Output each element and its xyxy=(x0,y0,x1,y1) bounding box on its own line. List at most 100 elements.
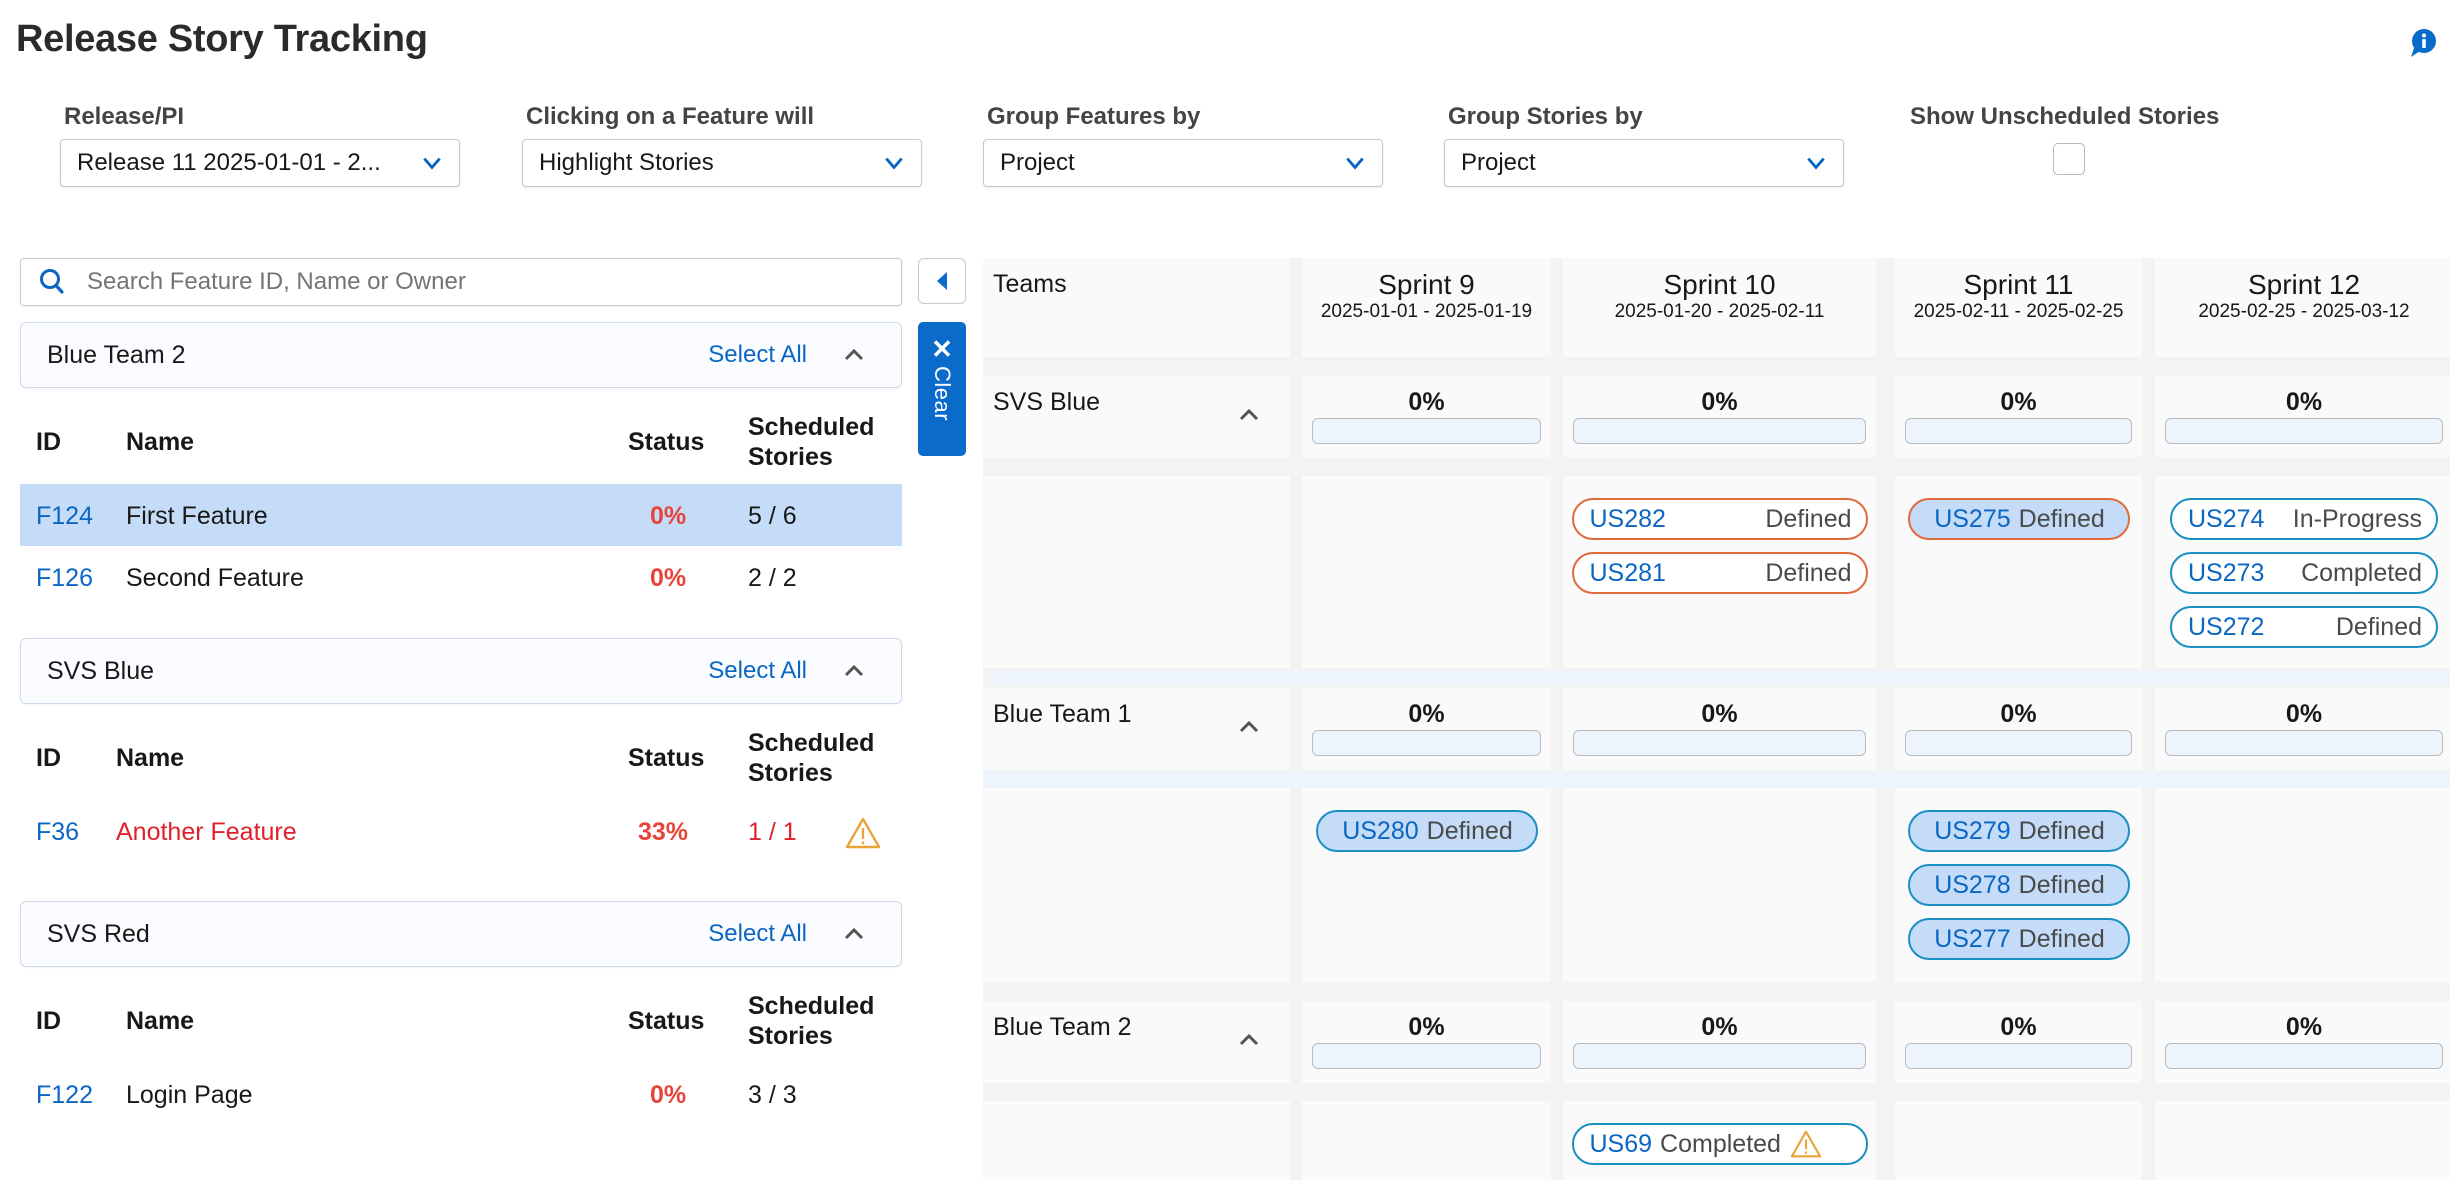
feature-group-header[interactable]: SVS Blue Select All xyxy=(20,638,902,704)
story-pill[interactable]: US275 Defined xyxy=(1907,498,2130,540)
feature-table: ID Name Status Scheduled Stories F122 Log… xyxy=(20,987,902,1125)
info-bubble-icon[interactable] xyxy=(2408,28,2438,58)
collapse-sidebar-button[interactable] xyxy=(918,258,966,304)
feature-id-link[interactable]: F36 xyxy=(36,818,79,847)
feature-row[interactable]: F36 Another Feature 33% 1 / 1 xyxy=(20,800,902,862)
chevron-down-icon xyxy=(1346,157,1364,170)
sprint-dates: 2025-02-25 - 2025-03-12 xyxy=(2198,301,2410,322)
release-select[interactable]: Release 11 2025-01-01 - 2... xyxy=(60,139,460,187)
group-stories-label: Group Stories by xyxy=(1448,103,1643,130)
progress-bar xyxy=(1573,1043,1866,1069)
story-list: US279 Defined US278 Defined US277 Defined xyxy=(1907,810,2130,960)
story-id: US277 xyxy=(1934,924,2011,953)
group-stories-filter: Group Stories by Project xyxy=(1444,103,1844,187)
chevron-up-icon[interactable] xyxy=(1236,402,1262,428)
sprint-stories-cell xyxy=(2155,1101,2450,1180)
progress-bar xyxy=(1312,1043,1541,1069)
select-all-link[interactable]: Select All xyxy=(708,920,807,948)
story-pill[interactable]: US277 Defined xyxy=(1907,918,2130,960)
sprint-progress-cell: 0% xyxy=(1302,688,1551,770)
team-name: Blue Team 1 xyxy=(993,700,1132,728)
col-header-id: ID xyxy=(36,744,61,772)
story-id: US273 xyxy=(2188,558,2265,587)
progress-bar xyxy=(1905,1043,2132,1069)
story-pill[interactable]: US280 Defined xyxy=(1315,810,1538,852)
sprint-stories-cell: US280 Defined xyxy=(1302,788,1551,982)
feature-row[interactable]: F122 Login Page 0% 3 / 3 xyxy=(20,1063,902,1125)
chevron-up-icon[interactable] xyxy=(1236,1027,1262,1053)
click-action-select[interactable]: Highlight Stories xyxy=(522,139,922,187)
story-id: US69 xyxy=(1589,1129,1653,1158)
chevron-up-icon[interactable] xyxy=(841,342,867,368)
sprint-dates: 2025-01-01 - 2025-01-19 xyxy=(1320,301,1533,322)
sprint-header: Sprint 9 2025-01-01 - 2025-01-19 xyxy=(1302,258,1551,357)
chevron-up-icon[interactable] xyxy=(1236,714,1262,740)
sprint-board: Teams Sprint 9 2025-01-01 - 2025-01-19 Spr… xyxy=(983,258,2450,1180)
story-status: Defined xyxy=(2018,816,2105,845)
story-pill[interactable]: US279 Defined xyxy=(1907,810,2130,852)
group-stories-select[interactable]: Project xyxy=(1444,139,1844,187)
feature-group-header[interactable]: SVS Red Select All xyxy=(20,901,902,967)
sprint-header: Sprint 10 2025-01-20 - 2025-02-11 xyxy=(1563,258,1876,357)
chevron-up-icon[interactable] xyxy=(841,658,867,684)
feature-scheduled: 3 / 3 xyxy=(748,1081,797,1109)
sprint-dates: 2025-01-20 - 2025-02-11 xyxy=(1614,301,1825,322)
col-header-scheduled: Scheduled Stories xyxy=(748,412,874,472)
chevron-up-icon[interactable] xyxy=(841,921,867,947)
select-all-link[interactable]: Select All xyxy=(708,657,807,685)
sprint-progress-cell: 0% xyxy=(1563,376,1876,457)
sprint-progress-percent: 0% xyxy=(2285,1013,2323,1041)
search-input[interactable] xyxy=(87,268,867,296)
feature-table: ID Name Status Scheduled Stories F36 Anot… xyxy=(20,724,902,862)
table-header: ID Name Status Scheduled Stories xyxy=(20,408,902,478)
feature-row[interactable]: F124 First Feature 0% 5 / 6 xyxy=(20,484,902,546)
feature-name: Login Page xyxy=(126,1081,253,1109)
team-row-header: SVS Blue xyxy=(983,376,1290,457)
feature-id-link[interactable]: F122 xyxy=(36,1081,93,1110)
unscheduled-label: Show Unscheduled Stories xyxy=(1910,103,2220,130)
col-header-status: Status xyxy=(628,1007,705,1035)
sprint-stories-cell xyxy=(1302,1101,1551,1180)
group-stories-value: Project xyxy=(1461,149,1536,176)
sprint-stories-cell: US274 In-Progress US273 Completed US272 De… xyxy=(2155,476,2450,668)
feature-id-link[interactable]: F124 xyxy=(36,502,93,531)
feature-id-link[interactable]: F126 xyxy=(36,564,93,593)
story-pill[interactable]: US69 Completed xyxy=(1571,1123,1868,1165)
progress-bar xyxy=(2165,1043,2443,1069)
clear-button[interactable]: ✕ Clear xyxy=(918,322,966,456)
story-pill[interactable]: US281 Defined xyxy=(1571,552,1868,594)
story-pill[interactable]: US278 Defined xyxy=(1907,864,2130,906)
sprint-stories-cell xyxy=(1563,788,1876,982)
unscheduled-checkbox[interactable] xyxy=(2053,143,2085,175)
sprint-progress-percent: 0% xyxy=(2285,388,2323,416)
story-status: Defined xyxy=(2018,504,2105,533)
story-pill[interactable]: US282 Defined xyxy=(1571,498,1868,540)
feature-group-header[interactable]: Blue Team 2 Select All xyxy=(20,322,902,388)
feature-scheduled: 5 / 6 xyxy=(748,502,797,530)
select-all-link[interactable]: Select All xyxy=(708,341,807,369)
feature-status: 33% xyxy=(638,818,689,846)
col-header-status: Status xyxy=(628,744,705,772)
group-name: SVS Blue xyxy=(47,656,155,685)
sprint-stories-cell xyxy=(2155,788,2450,982)
sprint-progress-percent: 0% xyxy=(2000,700,2037,728)
sprint-progress-cell: 0% xyxy=(1895,688,2142,770)
group-features-label: Group Features by xyxy=(987,103,1201,130)
col-header-scheduled-line2: Stories xyxy=(748,759,833,787)
story-pill[interactable]: US274 In-Progress xyxy=(2170,498,2438,540)
story-pill[interactable]: US273 Completed xyxy=(2170,552,2438,594)
sprint-progress-percent: 0% xyxy=(1701,1013,1738,1041)
story-status: In-Progress xyxy=(2292,504,2422,533)
feature-row[interactable]: F126 Second Feature 0% 2 / 2 xyxy=(20,546,902,608)
col-header-scheduled-line1: Scheduled xyxy=(748,729,875,757)
sprint-progress-percent: 0% xyxy=(2285,700,2323,728)
story-status: Defined xyxy=(1765,558,1852,587)
group-features-select[interactable]: Project xyxy=(983,139,1383,187)
feature-search xyxy=(20,258,902,306)
story-pill[interactable]: US272 Defined xyxy=(2170,606,2438,648)
team-row-header: Blue Team 1 xyxy=(983,688,1290,770)
col-header-id: ID xyxy=(36,1007,61,1035)
story-id: US275 xyxy=(1934,504,2011,533)
progress-bar xyxy=(1312,730,1541,756)
col-header-status: Status xyxy=(628,428,705,456)
